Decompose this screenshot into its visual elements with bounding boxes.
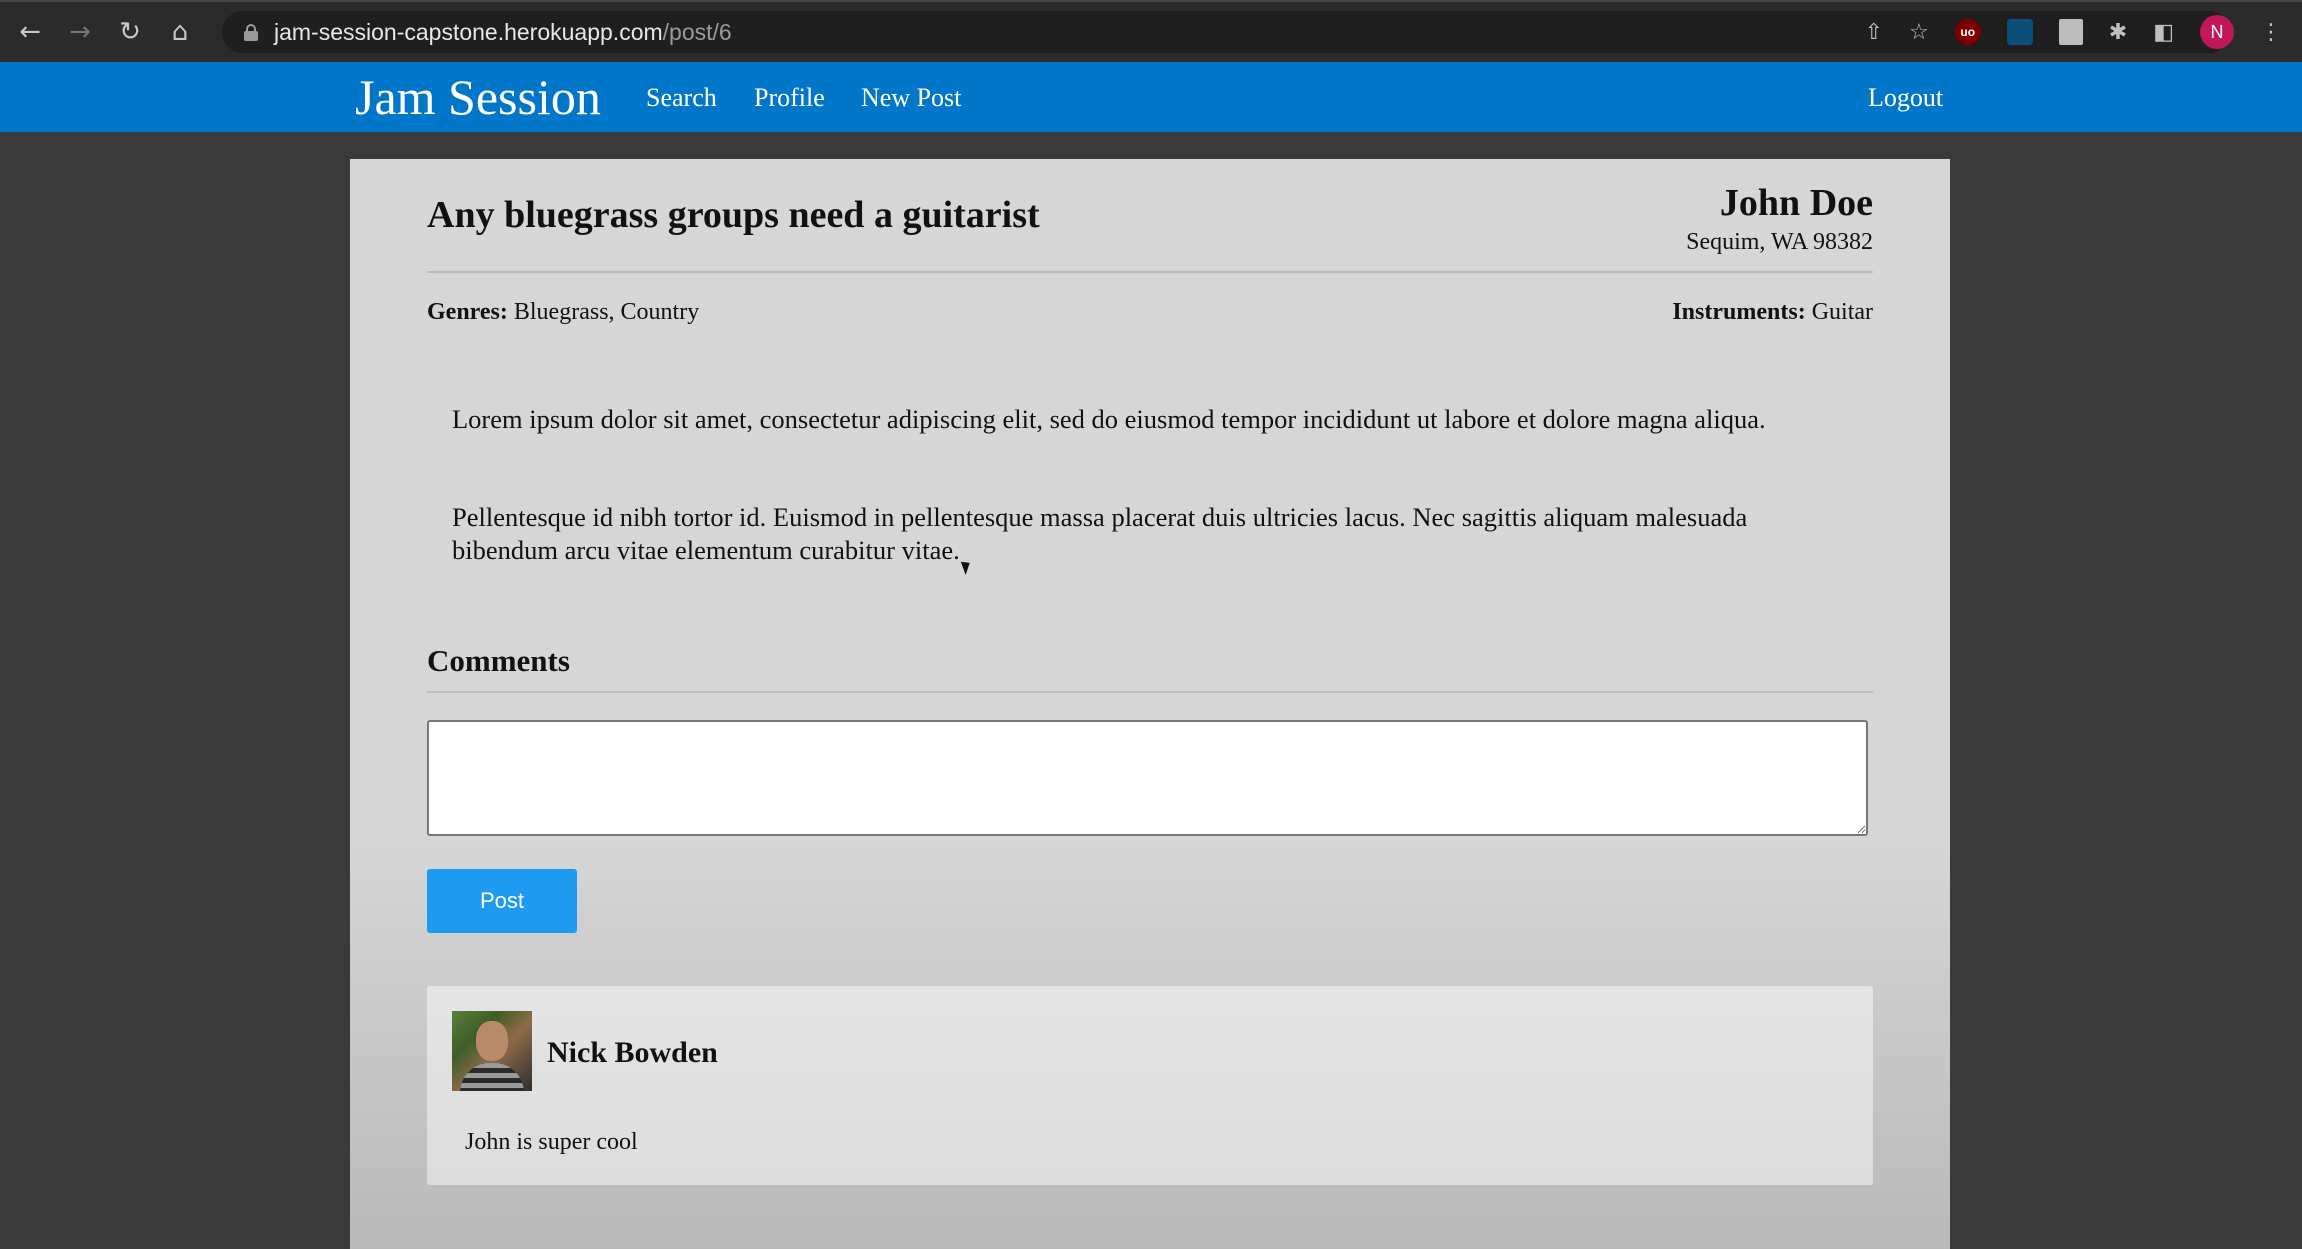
app-navbar: Jam Session Search Profile New Post Logo… [0,62,2302,132]
comment-author[interactable]: Nick Bowden [547,1036,718,1070]
logout-link[interactable]: Logout [1868,83,1943,113]
extension-bar: ⇧ ☆ uo ✱ ◧ N ⋮ [1865,11,2282,53]
comment-text: John is super cool [465,1129,638,1155]
nav-link-search[interactable]: Search [646,83,717,113]
profile-avatar[interactable]: N [2200,15,2234,49]
header-divider [427,271,1873,273]
side-panel-icon[interactable]: ◧ [2153,20,2174,45]
notes-extension-icon[interactable] [2058,19,2083,45]
back-icon[interactable]: ← [10,12,50,52]
url-text[interactable]: jam-session-capstone.herokuapp.com/post/… [274,19,732,46]
forward-icon[interactable]: → [60,12,100,52]
comment-item: Nick Bowden John is super cool [427,986,1873,1185]
post-comment-button[interactable]: Post [427,869,577,933]
ublock-extension-icon[interactable]: uo [1954,19,1981,45]
author-name[interactable]: John Doe [1720,181,1873,225]
post-body-paragraph: Lorem ipsum dolor sit amet, consectetur … [452,404,1766,434]
post-title: Any bluegrass groups need a guitarist [427,194,1040,236]
comments-divider [427,691,1873,693]
genres-value: Bluegrass, Country [513,299,700,325]
instruments: Instruments: Guitar [1672,299,1873,326]
puzzle-extensions-icon[interactable]: ✱ [2109,20,2127,45]
post-body-paragraph: Pellentesque id nibh tortor id. Euismod … [452,502,1748,565]
lock-icon [244,24,258,41]
instruments-value: Guitar [1811,299,1873,325]
instruments-label: Instruments: [1672,299,1806,325]
reload-icon[interactable]: ↻ [110,12,150,52]
bookmark-star-icon[interactable]: ☆ [1909,20,1929,45]
comments-heading: Comments [427,643,570,678]
share-icon[interactable]: ⇧ [1865,20,1883,45]
nav-link-new-post[interactable]: New Post [861,83,961,113]
author-location: Sequim, WA 98382 [1686,229,1873,255]
brand-logo[interactable]: Jam Session [355,68,601,126]
avatar[interactable] [452,1011,532,1091]
comment-input[interactable] [427,720,1868,836]
home-icon[interactable]: ⌂ [160,12,200,52]
post-card: Any bluegrass groups need a guitarist Jo… [350,159,1950,1249]
genres: Genres: Bluegrass, Country [427,299,699,326]
kebab-menu-icon[interactable]: ⋮ [2260,20,2282,45]
nav-link-profile[interactable]: Profile [754,83,825,113]
genres-label: Genres: [427,299,508,325]
vscode-extension-icon[interactable] [2006,19,2033,45]
browser-toolbar: ← → ↻ ⌂ jam-session-capstone.herokuapp.c… [0,0,2302,62]
